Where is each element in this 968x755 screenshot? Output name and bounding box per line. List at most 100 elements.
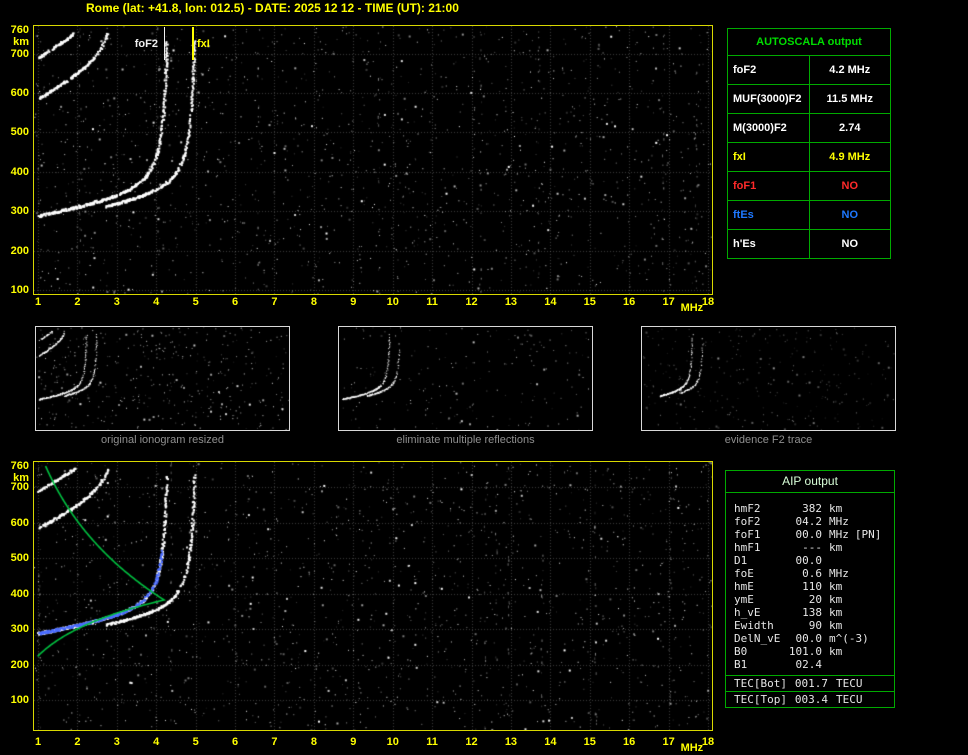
thumbnail-caption-f2-trace: evidence F2 trace [724,434,813,446]
aip-param-unit: km [829,645,843,658]
aip-tec-value: 003.4 [794,693,828,706]
thumbnail-no-multiples-canvas [339,327,592,430]
x-tick-label: 9 [350,296,357,308]
aip-param-unit: MHz [829,515,849,528]
aip-param-label: ymE [734,593,754,606]
aip-param-unit: MHz [829,567,849,580]
aip-row: B1 02.4 [734,658,894,671]
aip-param-label: Ewidth [734,619,774,632]
y-tick-label: 300 [10,205,29,218]
aip-param-unit: km [829,619,843,632]
x-tick-label: 8 [310,296,317,308]
autoscala-row: fxI 4.9 MHz [727,142,891,172]
aip-tec-unit: TECU [836,677,863,690]
aip-row: Ewidth 90 km [734,619,894,632]
aip-param-unit: km [829,606,843,619]
x-tick-label: 8 [310,736,317,748]
thumbnail-caption-no-multiples: eliminate multiple reflections [396,434,535,446]
aip-param-unit: km [829,502,843,515]
ionogram-plot-bottom [33,461,713,731]
autoscala-param-label: fxI [727,142,810,172]
y-tick-label: 600 [10,87,29,100]
autoscala-param-value: 4.9 MHz [808,142,891,172]
aip-param-value: 00.0 [795,632,823,645]
x-axis-unit: MHz [680,302,704,314]
aip-param-label: foF2 [734,515,761,528]
aip-param-label: h_vE [734,606,761,619]
x-tick-label: 4 [153,736,160,748]
thumbnail-f2-trace [641,326,896,431]
y-tick-label: 600 [10,516,29,529]
x-tick-label: 2 [74,736,81,748]
y-tick-label: 100 [10,284,29,296]
x-tick-label: 15 [583,296,596,308]
x-tick-label: 10 [386,736,399,748]
x-tick-label: 1 [34,736,42,748]
aip-param-note: [PN] [854,528,882,541]
x-tick-label: 9 [350,736,357,748]
autoscala-param-value: NO [808,200,891,230]
y-tick-label: 700 [10,481,29,494]
ionogram-canvas-top [34,26,712,294]
x-tick-label: 11 [426,736,438,748]
aip-param-value: --- [802,541,822,554]
aip-param-value: 02.4 [795,658,823,671]
x-tick-label: 12 [465,296,478,308]
aip-param-unit: km [829,593,843,606]
y-tick-label: 400 [10,587,29,600]
x-tick-label: 2 [74,296,81,308]
autoscala-param-value: 11.5 MHz [808,84,891,114]
x-tick-label: 3 [113,296,120,308]
thumbnail-original-canvas [36,327,289,430]
autoscala-param-value: NO [808,229,891,259]
aip-param-unit: MHz [829,528,849,541]
aip-param-label: B0 [734,645,748,658]
aip-param-label: hmF1 [734,541,761,554]
aip-row: h_vE 138 km [734,606,894,619]
aip-param-label: hmE [734,580,754,593]
autoscala-param-label: M(3000)F2 [727,113,810,143]
foF2-label: foF2 [134,38,158,50]
x-tick-label: 16 [623,296,636,308]
thumbnail-no-multiples [338,326,593,431]
aip-row: foE 0.6 MHz [734,567,894,580]
x-tick-label: 13 [504,736,518,748]
x-tick-label: 10 [386,296,399,308]
aip-row: B0 101.0 km [734,645,894,658]
y-tick-label: 100 [10,694,29,706]
aip-param-value: 20 [808,593,822,606]
aip-row: DelN_vE 00.0 m^(-3) [734,632,894,645]
aip-param-label: hmF2 [734,502,761,515]
foF2-marker-line [164,27,165,60]
x-tick-label: 17 [662,296,675,308]
autoscala-param-value: 4.2 MHz [808,55,891,85]
aip-param-label: foF1 [734,528,761,541]
aip-row: foF1 00.0 MHz [PN] [734,528,894,541]
autoscala-row: M(3000)F2 2.74 [727,113,891,143]
thumbnail-original [35,326,290,431]
thumbnail-caption-original: original ionogram resized [101,434,224,446]
autoscala-param-label: foF2 [727,55,810,85]
aip-param-value: 101.0 [788,645,822,658]
x-tick-label: 6 [231,296,239,308]
aip-row: hmF2 382 km [734,502,894,515]
y-axis-unit: km [13,36,29,48]
x-axis-unit: MHz [680,742,704,754]
aip-row: foF2 04.2 MHz [734,515,894,528]
x-tick-label: 14 [544,736,557,748]
ionogram-plot-top: foF2 fxI [33,25,713,295]
y-tick-label: 500 [10,552,29,565]
aip-param-unit: m^(-3) [829,632,869,645]
x-tick-label: 14 [544,296,557,308]
aip-param-value: 00.0 [795,554,823,567]
x-tick-label: 11 [426,296,438,308]
x-tick-label: 4 [153,296,160,308]
x-tick-label: 5 [192,296,199,308]
x-tick-label: 17 [662,736,675,748]
x-tick-label: 6 [231,736,239,748]
x-tick-label: 15 [583,736,596,748]
aip-row: hmF1 --- km [734,541,894,554]
aip-title: AIP output [726,471,894,493]
aip-param-value: 00.0 [795,528,823,541]
ionogram-canvas-bottom [34,462,712,730]
